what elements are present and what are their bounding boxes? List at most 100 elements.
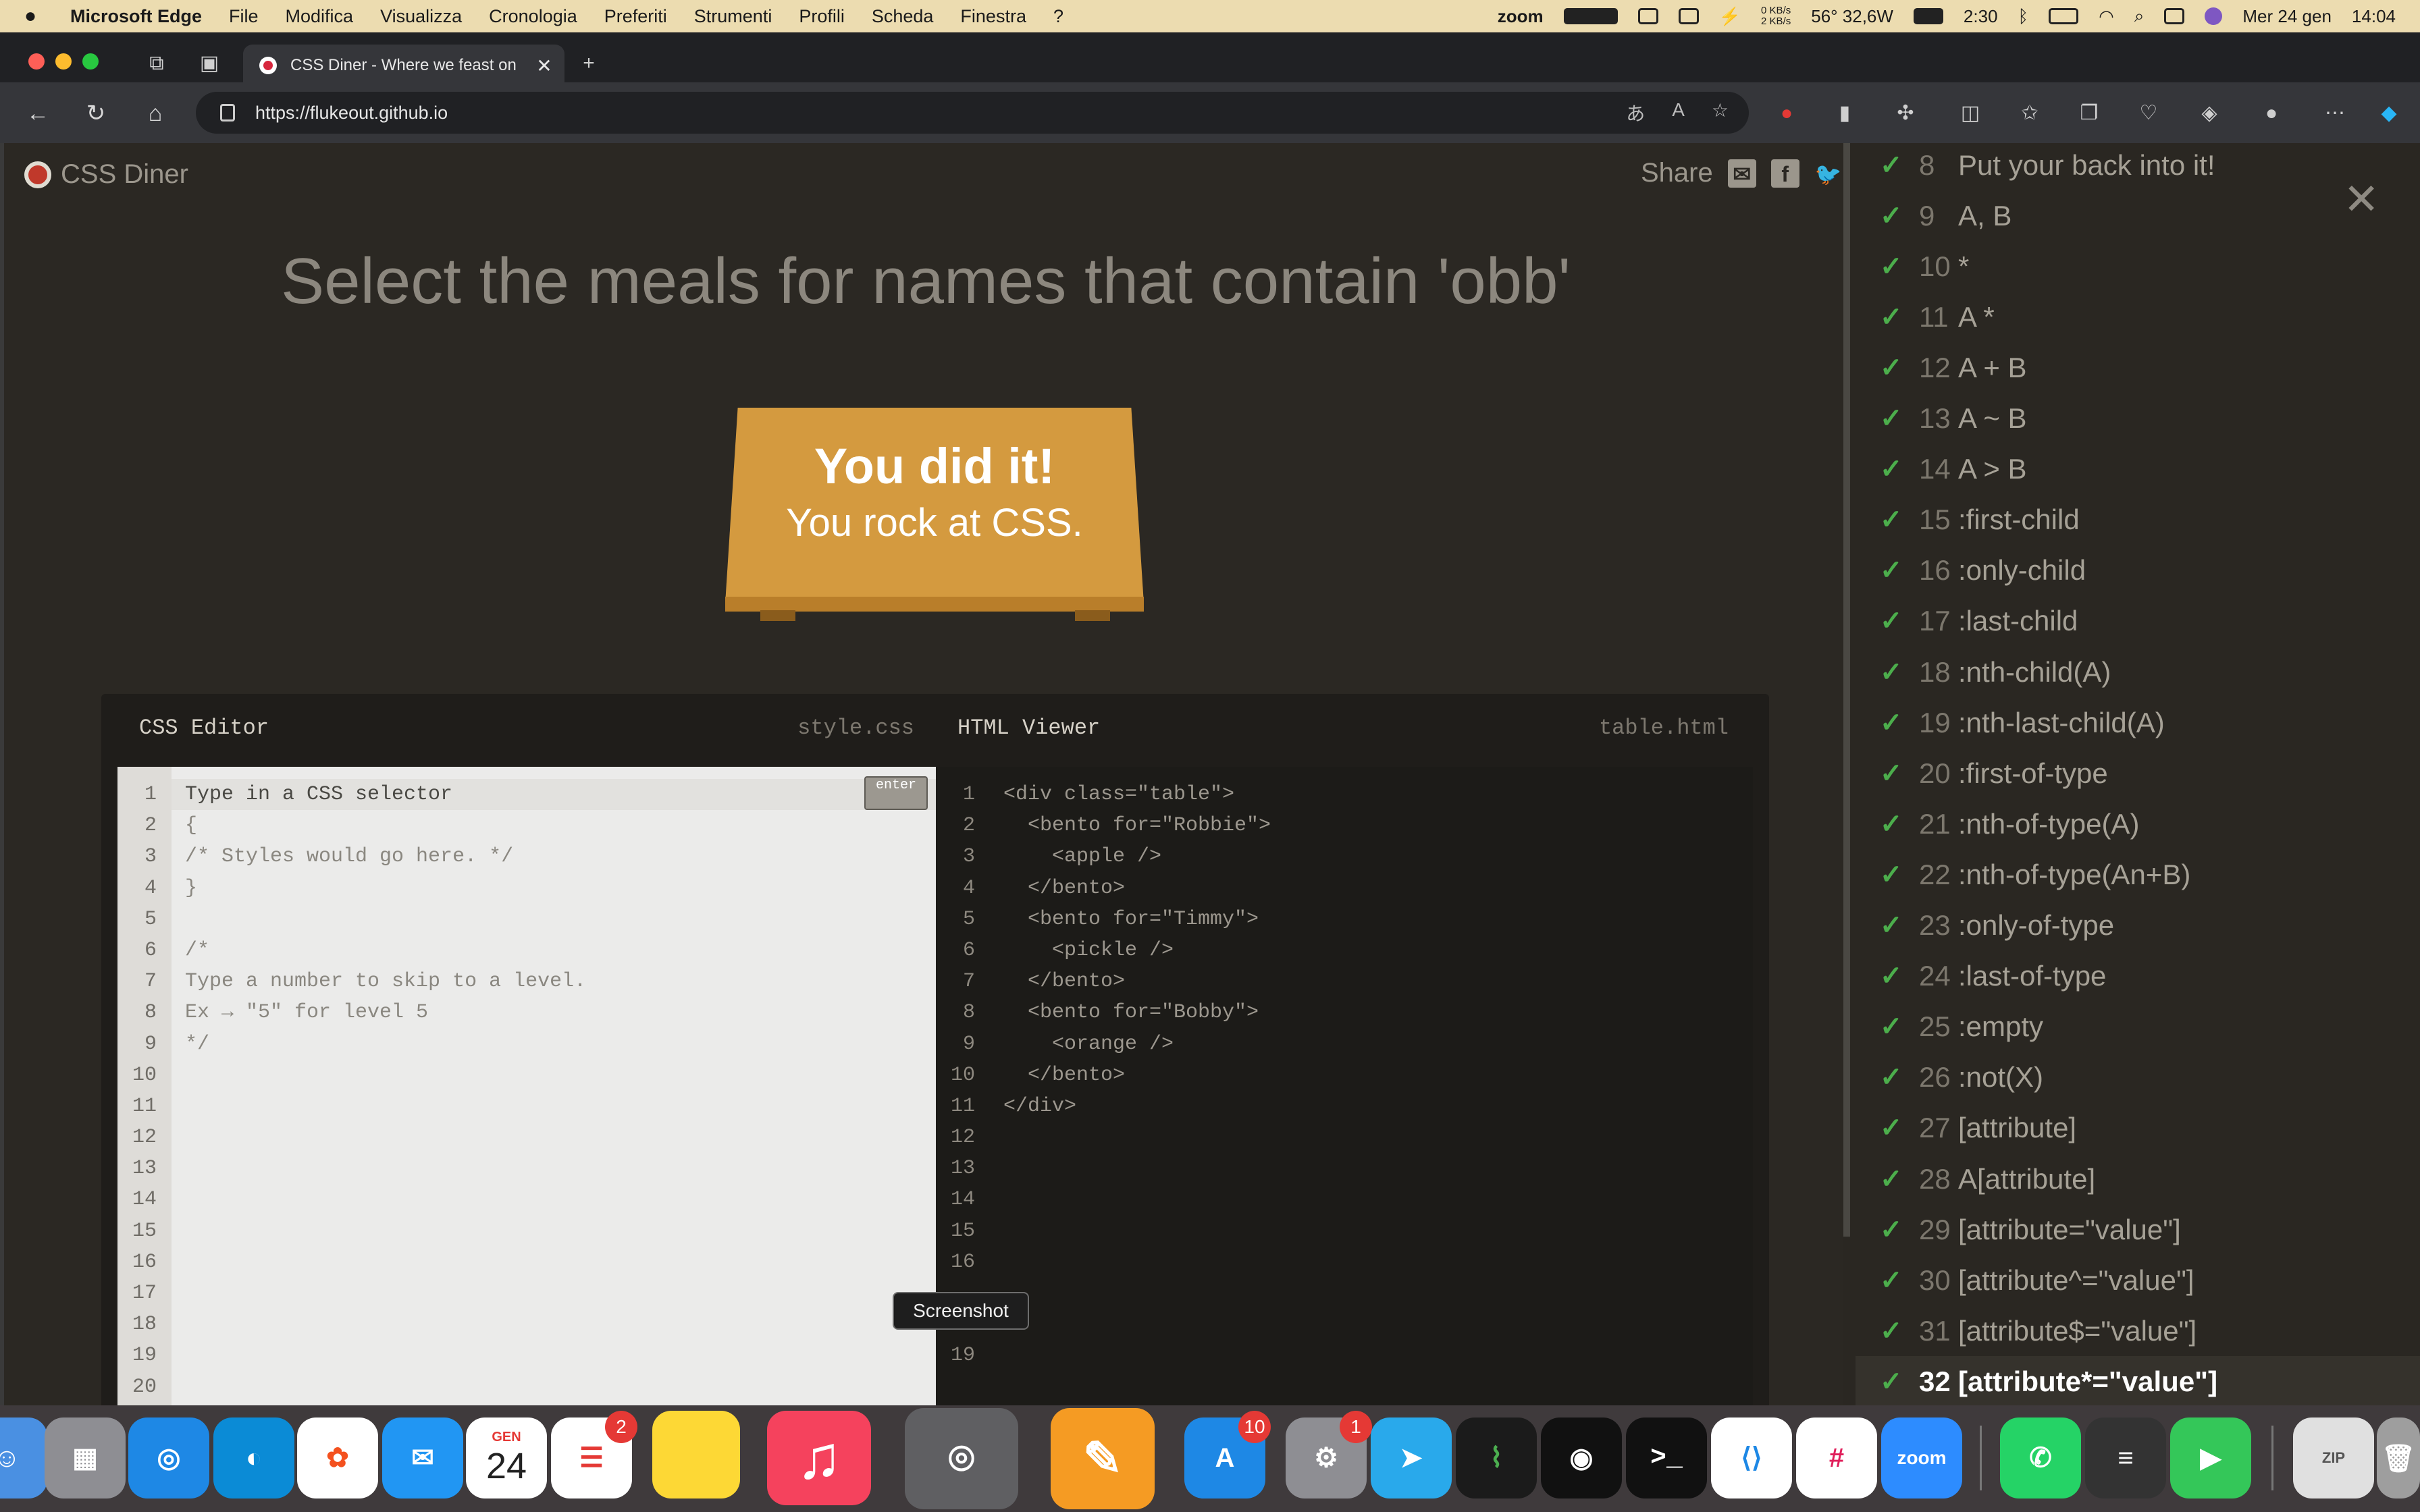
extensions-icon[interactable]: ✣ xyxy=(1891,99,1920,128)
settings-more-icon[interactable]: ⋯ xyxy=(2320,99,2350,128)
menu-window[interactable]: Finestra xyxy=(960,6,1026,27)
level-item[interactable]: ✓ 25:empty xyxy=(1856,1002,2420,1052)
url-text[interactable]: https://flukeout.github.io xyxy=(255,103,448,124)
close-window-icon[interactable] xyxy=(28,53,45,70)
favorite-star-icon[interactable]: ☆ xyxy=(1712,99,1729,126)
level-item[interactable]: ✓ 21:nth-of-type(A) xyxy=(1856,799,2420,849)
vscode-icon[interactable]: ⟨⟩ xyxy=(1711,1418,1792,1498)
html-code-line[interactable]: <div class="table"> xyxy=(1003,779,1271,810)
color-ui-icon[interactable]: ≡ xyxy=(2085,1418,2166,1498)
activity-monitor-icon[interactable]: ⌇ xyxy=(1456,1418,1537,1498)
level-item[interactable]: ✓ 19:nth-last-child(A) xyxy=(1856,697,2420,748)
css-diner-logo[interactable]: CSS Diner xyxy=(24,159,188,190)
tab-css-diner[interactable]: CSS Diner - Where we feast on ✕ xyxy=(243,45,564,86)
battery-icon[interactable] xyxy=(1913,8,1943,24)
html-code-line[interactable]: </div> xyxy=(1003,1091,1271,1122)
refresh-icon[interactable]: ↻ xyxy=(81,99,111,128)
mail-icon[interactable]: ✉ xyxy=(382,1418,463,1498)
css-input-placeholder[interactable]: Type in a CSS selector xyxy=(185,779,586,810)
address-bar[interactable]: https://flukeout.github.io あ A ☆ xyxy=(196,92,1749,134)
extension-bookmark-icon[interactable]: ▮ xyxy=(1830,99,1860,128)
facetime-icon[interactable]: ▶ xyxy=(2170,1418,2251,1498)
workspaces-icon[interactable]: ⧉ xyxy=(144,51,169,76)
github-desktop-icon[interactable]: ◉ xyxy=(1541,1418,1622,1498)
facebook-share-icon[interactable]: f xyxy=(1770,159,1799,188)
level-item[interactable]: ✓ 30 [attribute^="value"] xyxy=(1856,1255,2420,1305)
photos-icon[interactable]: ✿ xyxy=(297,1418,378,1498)
temp-power-readout[interactable]: 56° 32,6W xyxy=(1811,6,1893,27)
zoom-status[interactable]: zoom xyxy=(1498,6,1544,27)
menu-app-name[interactable]: Microsoft Edge xyxy=(70,6,202,27)
enter-button[interactable]: enter xyxy=(864,776,928,810)
notes-icon[interactable] xyxy=(652,1411,740,1498)
html-code-line[interactable]: <bento for="Bobby"> xyxy=(1003,997,1271,1028)
cpu-graph-icon[interactable] xyxy=(1563,8,1618,24)
level-item[interactable]: ✓ 11 A * xyxy=(1856,292,2420,342)
finder-icon[interactable]: ☺ xyxy=(0,1418,47,1498)
profile-avatar-icon[interactable]: ● xyxy=(2257,99,2286,128)
whatsapp-icon[interactable]: ✆ xyxy=(2000,1418,2081,1498)
level-item[interactable]: ✓ 32 [attribute*="value"] xyxy=(1856,1356,2420,1407)
twitter-share-icon[interactable]: 🐦 xyxy=(1814,159,1843,188)
level-item[interactable]: ✓ 23:only-of-type xyxy=(1856,900,2420,951)
level-item[interactable]: ✓ 10 * xyxy=(1856,241,2420,292)
level-item[interactable]: ✓ 12 A + B xyxy=(1856,342,2420,393)
safari-icon[interactable]: ◎ xyxy=(128,1418,209,1498)
level-item[interactable]: ✓ 31 [attribute$="value"] xyxy=(1856,1305,2420,1356)
level-item[interactable]: ✓ 17:last-child xyxy=(1856,596,2420,647)
calendar-icon[interactable]: GEN 24 xyxy=(466,1418,547,1498)
menubar-date[interactable]: Mer 24 gen xyxy=(2242,6,2332,27)
html-code-line[interactable]: </bento> xyxy=(1003,1060,1271,1091)
level-item[interactable]: ✓ 13 A ~ B xyxy=(1856,394,2420,444)
browser-essentials-icon[interactable]: ♡ xyxy=(2134,99,2163,128)
telegram-icon[interactable]: ➤ xyxy=(1371,1418,1452,1498)
adblock-extension-icon[interactable]: ● xyxy=(1772,99,1801,128)
css-editor-pane[interactable]: 1 2 3 4 5 6 7 8 9 10 11 12 13 14 15 16 17 18 19 20 Type in … xyxy=(117,767,939,1409)
level-item[interactable]: ✓ 16:only-child xyxy=(1856,545,2420,596)
menu-tools[interactable]: Strumenti xyxy=(694,6,772,27)
level-item[interactable]: ✓ 24:last-of-type xyxy=(1856,951,2420,1002)
css-input[interactable]: Type in a CSS selector {/* Styles would g… xyxy=(185,779,586,1060)
wifi-icon[interactable]: ◠ xyxy=(2099,6,2114,27)
email-share-icon[interactable]: ✉ xyxy=(1727,159,1756,188)
pages-icon[interactable]: ✎ xyxy=(1051,1408,1155,1509)
zoom-icon[interactable]: zoom xyxy=(1881,1418,1962,1498)
menu-profiles[interactable]: Profili xyxy=(799,6,845,27)
screenshot-icon[interactable]: ⌾ xyxy=(905,1408,1018,1509)
level-item[interactable]: ✓ 15:first-child xyxy=(1856,495,2420,545)
bluetooth-icon[interactable]: ᛒ xyxy=(2018,6,2029,27)
new-tab-icon[interactable]: + xyxy=(577,51,601,76)
html-code-line[interactable]: </bento> xyxy=(1003,873,1271,904)
siri-icon[interactable] xyxy=(2205,7,2223,25)
level-item[interactable]: ✓ 9 A, B xyxy=(1856,190,2420,241)
copilot-icon[interactable]: ◆ xyxy=(2374,99,2404,128)
page-scrollbar[interactable] xyxy=(1843,143,1850,1237)
close-tab-icon[interactable]: ✕ xyxy=(532,55,556,77)
menubar-time[interactable]: 14:04 xyxy=(2352,6,2396,27)
level-item[interactable]: ✓ 18:nth-child(A) xyxy=(1856,647,2420,697)
translate-icon[interactable]: あ xyxy=(1626,99,1645,126)
trash-icon[interactable]: 🗑 xyxy=(2377,1418,2420,1498)
level-item[interactable]: ✓ 28 A[attribute] xyxy=(1856,1154,2420,1204)
launchpad-icon[interactable]: ▦ xyxy=(45,1418,126,1498)
back-icon[interactable]: ← xyxy=(23,99,53,128)
reminders-icon[interactable]: ☰ 2 xyxy=(551,1411,637,1498)
minimize-window-icon[interactable] xyxy=(55,53,72,70)
html-code-line[interactable]: </bento> xyxy=(1003,966,1271,997)
spotlight-search-icon[interactable]: ⌕ xyxy=(2134,5,2145,27)
menu-history[interactable]: Cronologia xyxy=(489,6,577,27)
performance-icon[interactable]: ◈ xyxy=(2194,99,2224,128)
music-icon[interactable]: ♫ xyxy=(767,1411,871,1505)
html-code-line[interactable]: <pickle /> xyxy=(1003,935,1271,966)
html-code-line[interactable]: <apple /> xyxy=(1003,841,1271,872)
network-speed[interactable]: 0 KB/s 2 KB/s xyxy=(1761,5,1791,27)
slack-icon[interactable]: # xyxy=(1796,1418,1877,1498)
edge-icon[interactable]: ◐ xyxy=(213,1418,294,1498)
level-item[interactable]: ✓ 26:not(X) xyxy=(1856,1052,2420,1103)
level-item[interactable]: ✓ 29 [attribute="value"] xyxy=(1856,1204,2420,1255)
html-code-line[interactable]: <orange /> xyxy=(1003,1029,1271,1060)
maximize-window-icon[interactable] xyxy=(82,53,99,70)
vertical-tabs-icon[interactable]: ▣ xyxy=(197,51,221,76)
split-screen-icon[interactable]: ◫ xyxy=(1955,99,1985,128)
level-item[interactable]: ✓ 14 A > B xyxy=(1856,444,2420,495)
